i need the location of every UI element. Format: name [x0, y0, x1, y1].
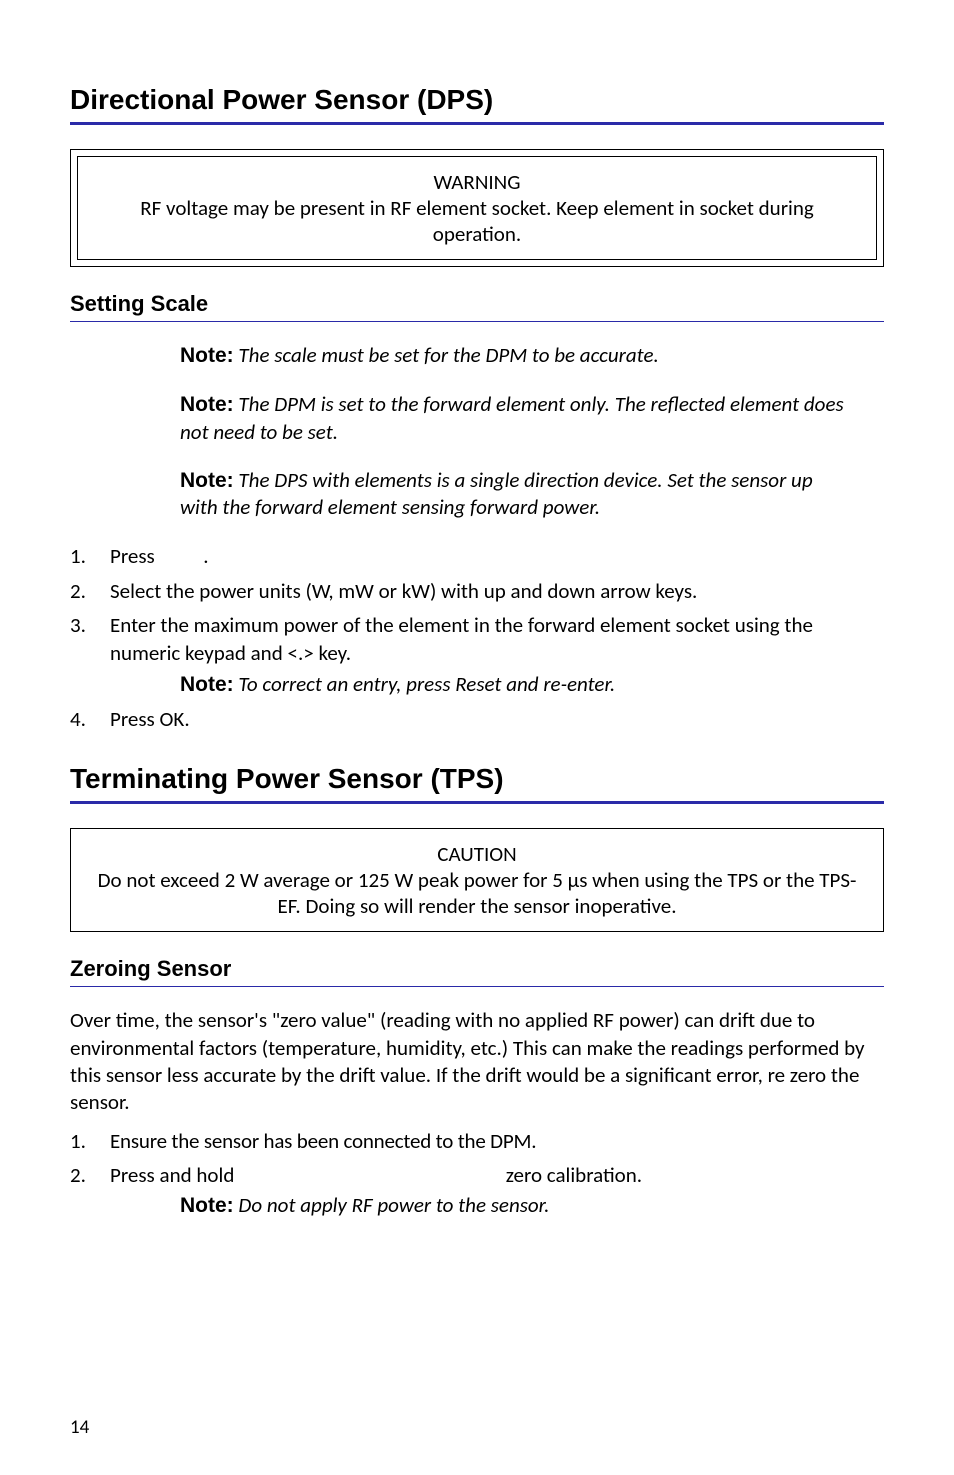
warning-body: RF voltage may be present in RF element … [96, 195, 858, 247]
steps-zeroing: Ensure the sensor has been connected to … [70, 1127, 884, 1221]
step-text-post: zero calibration. [506, 1162, 642, 1188]
heading-rule [70, 122, 884, 125]
step-text: Press OK. [110, 706, 190, 732]
step-text: Ensure the sensor has been connected to … [110, 1128, 536, 1154]
step-item: Ensure the sensor has been connected to … [70, 1127, 884, 1155]
heading-tps: Terminating Power Sensor (TPS) [70, 763, 884, 795]
note-body: The DPS with elements is a single direct… [180, 467, 813, 520]
caution-title: CAUTION [89, 841, 865, 867]
caution-box: CAUTION Do not exceed 2 W average or 125… [70, 828, 884, 932]
step-item: Select the power units (W, mW or kW) wit… [70, 577, 884, 605]
heading-dps: Directional Power Sensor (DPS) [70, 84, 884, 116]
step-text-pre: Press and hold [110, 1162, 239, 1188]
note-body: The scale must be set for the DPM to be … [234, 342, 659, 368]
step-text-hidden: Zero/Setup until the unit reads [239, 1162, 506, 1188]
step-text: Select the power units (W, mW or kW) wit… [110, 578, 697, 604]
note-block: Note: The DPM is set to the forward elem… [180, 391, 854, 445]
step-text: Enter the maximum power of the element i… [110, 612, 813, 666]
step-text-hidden: Scale [160, 543, 204, 569]
note-label: Note: [180, 1194, 234, 1217]
step-text-pre: Press [110, 543, 160, 569]
note-block: Note: The DPS with elements is a single … [180, 467, 854, 521]
inline-note: Note: To correct an entry, press Reset a… [180, 670, 884, 699]
warning-title: WARNING [96, 169, 858, 195]
step-item: Press OK. [70, 705, 884, 733]
subheading-rule [70, 986, 884, 987]
page-number: 14 [70, 1416, 89, 1439]
warning-box-inner: WARNING RF voltage may be present in RF … [77, 156, 877, 260]
step-item: Press Scale. [70, 542, 884, 570]
note-label: Note: [180, 469, 234, 492]
warning-box-outer: WARNING RF voltage may be present in RF … [70, 149, 884, 267]
note-body: Do not apply RF power to the sensor. [234, 1192, 550, 1218]
step-text-post: . [203, 543, 208, 569]
inline-note: Note: Do not apply RF power to the senso… [180, 1191, 884, 1220]
heading-zeroing-sensor: Zeroing Sensor [70, 956, 884, 982]
step-item: Press and hold Zero/Setup until the unit… [70, 1161, 884, 1221]
steps-setting-scale: Press Scale. Select the power units (W, … [70, 542, 884, 733]
note-label: Note: [180, 393, 234, 416]
note-body: The DPM is set to the forward element on… [180, 391, 844, 444]
step-item: Enter the maximum power of the element i… [70, 611, 884, 699]
note-body: To correct an entry, press Reset and re-… [234, 671, 616, 697]
heading-setting-scale: Setting Scale [70, 291, 884, 317]
note-block: Note: The scale must be set for the DPM … [180, 342, 854, 369]
subheading-rule [70, 321, 884, 322]
note-label: Note: [180, 344, 234, 367]
zeroing-paragraph: Over time, the sensor's "zero value" (re… [70, 1007, 884, 1116]
heading-rule [70, 801, 884, 804]
caution-body: Do not exceed 2 W average or 125 W peak … [89, 867, 865, 919]
note-label: Note: [180, 673, 234, 696]
